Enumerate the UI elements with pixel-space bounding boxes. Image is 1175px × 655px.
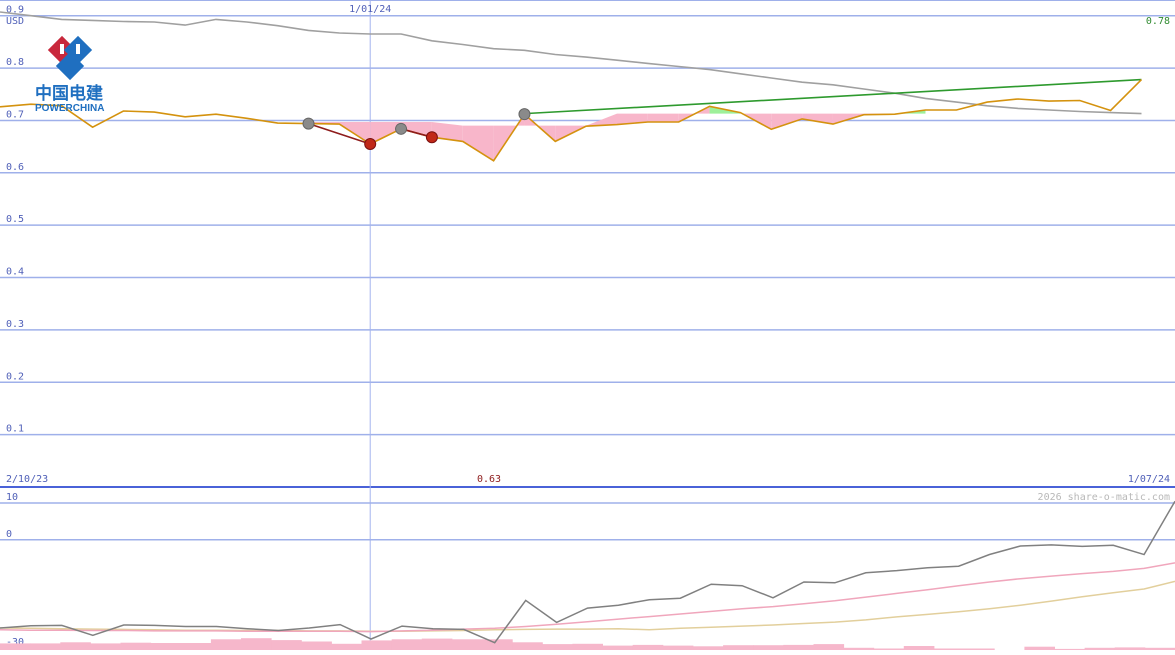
year-marker-label: 1/01/24	[349, 4, 391, 15]
momentum-histogram-bar	[210, 639, 242, 650]
momentum-histogram-bar	[90, 643, 121, 650]
brand-name-en: POWERCHINA	[35, 103, 104, 114]
sell-signal-marker	[425, 131, 438, 144]
low-value-label: 0.63	[477, 474, 501, 485]
copyright-label: 2026 share-o-matic.com	[1038, 492, 1170, 503]
buy-signal-marker	[395, 122, 408, 135]
momentum-histogram-bar	[632, 644, 664, 650]
momentum-histogram-bar	[903, 646, 935, 650]
brand-name-cn: 中国电建	[35, 83, 103, 104]
buy-signal-marker	[302, 117, 315, 130]
momentum-histogram-bar	[331, 643, 362, 650]
momentum-histogram-bar	[301, 641, 332, 650]
momentum-histogram-bar	[391, 639, 423, 650]
price-tick-label: 0.3	[6, 319, 24, 330]
momentum-histogram-bar	[361, 640, 393, 650]
momentum-histogram-bar	[451, 639, 483, 650]
momentum-histogram-bar	[753, 645, 784, 650]
price-tick-label: 0.5	[6, 214, 24, 225]
price-tick-label: 0.6	[6, 162, 24, 173]
momentum-histogram-bar	[813, 644, 845, 650]
momentum-histogram-bar	[60, 642, 91, 650]
momentum-histogram-bar	[512, 642, 543, 650]
chart-root: 0.1 0.2 0.3 0.4 0.5 0.6 0.7 0.8 0.9 USD 1/01/24 0.7…	[0, 0, 1175, 650]
end-date-label: 1/07/24	[1128, 474, 1170, 485]
price-tick-label: 0.7	[6, 109, 24, 120]
start-date-label: 2/10/23	[6, 474, 48, 485]
momentum-histogram-bar	[180, 643, 212, 650]
momentum-histogram-bar	[662, 645, 694, 650]
buy-signal-marker	[518, 108, 531, 121]
sell-signal-marker	[364, 138, 377, 151]
price-tick-label: 0.2	[6, 371, 24, 382]
price-tick-label: 0.8	[6, 57, 24, 68]
momentum-histogram-bar	[120, 642, 152, 650]
momentum-histogram-bar	[0, 643, 31, 650]
momentum-histogram-bar	[723, 645, 754, 650]
momentum-histogram-bar	[30, 643, 61, 650]
momentum-histogram-bar	[150, 643, 182, 650]
momentum-histogram-bar	[241, 638, 272, 650]
momentum-histogram-bar	[542, 644, 573, 650]
currency-label: USD	[6, 16, 24, 27]
price-tick-label: 0.4	[6, 267, 24, 278]
price-tick-label: 0.1	[6, 424, 24, 435]
momentum-histogram-bar	[602, 645, 634, 650]
momentum-histogram-bar	[572, 643, 603, 650]
momentum-tick-label: 10	[6, 492, 18, 503]
momentum-histogram-bar	[783, 644, 814, 650]
momentum-histogram-bar	[692, 646, 724, 650]
band-below-segment	[647, 113, 679, 123]
momentum-histogram-bar	[271, 640, 302, 650]
last-value-label: 0.78	[1146, 16, 1170, 27]
momentum-histogram-bar	[482, 639, 513, 650]
chart-canvas: 0.10.20.30.40.50.60.70.80.9USD1/01/240.7…	[0, 0, 1175, 650]
momentum-histogram-bar	[421, 638, 453, 650]
momentum-tick-label: 0	[6, 529, 12, 540]
